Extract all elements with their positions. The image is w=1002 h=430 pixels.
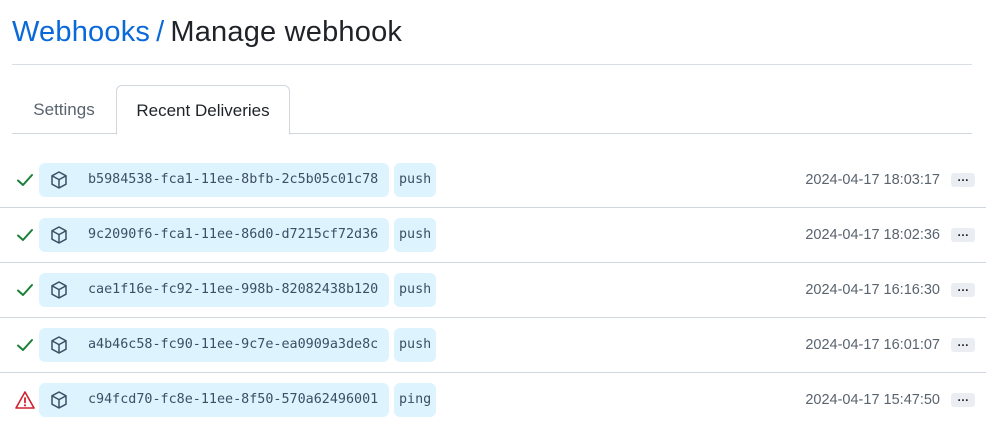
delivery-guid: b5984538-fca1-11ee-8bfb-2c5b05c01c78 [88, 172, 379, 187]
delivery-guid-button[interactable]: cae1f16e-fc92-11ee-998b-82082438b120 [39, 273, 389, 307]
delivery-timestamp: 2024-04-17 16:01:07 [805, 337, 940, 353]
tab-bar: Settings Recent Deliveries [12, 85, 972, 135]
delivery-row[interactable]: c94fcd70-fc8e-11ee-8f50-570a62496001 ping… [0, 373, 986, 427]
delivery-guid: cae1f16e-fc92-11ee-998b-82082438b120 [88, 282, 379, 297]
package-icon [49, 390, 69, 410]
check-icon [15, 170, 35, 190]
breadcrumb: Webhooks / Manage webhook [12, 14, 402, 50]
check-icon [15, 335, 35, 355]
event-badge[interactable]: push [394, 163, 437, 197]
delivery-row[interactable]: b5984538-fca1-11ee-8bfb-2c5b05c01c78 push… [0, 153, 986, 208]
header-divider [12, 64, 972, 65]
delivery-timestamp: 2024-04-17 15:47:50 [805, 392, 940, 408]
delivery-guid-button[interactable]: a4b46c58-fc90-11ee-9c7e-ea0909a3de8c [39, 328, 389, 362]
event-badge[interactable]: ping [394, 383, 437, 417]
event-badge[interactable]: push [394, 328, 437, 362]
alert-icon [15, 390, 35, 410]
package-icon [49, 280, 69, 300]
event-badge[interactable]: push [394, 218, 437, 252]
tab-settings[interactable]: Settings [12, 85, 116, 133]
deliveries-list: b5984538-fca1-11ee-8bfb-2c5b05c01c78 push… [0, 153, 986, 427]
delivery-guid-button[interactable]: 9c2090f6-fca1-11ee-86d0-d7215cf72d36 [39, 218, 389, 252]
delivery-row[interactable]: 9c2090f6-fca1-11ee-86d0-d7215cf72d36 push… [0, 208, 986, 263]
check-icon [15, 225, 35, 245]
delivery-guid-button[interactable]: c94fcd70-fc8e-11ee-8f50-570a62496001 [39, 383, 389, 417]
breadcrumb-webhooks-link[interactable]: Webhooks [12, 16, 150, 48]
ellipsis-button[interactable]: … [951, 391, 975, 407]
ellipsis-button[interactable]: … [951, 281, 975, 297]
package-icon [49, 225, 69, 245]
tab-recent-deliveries[interactable]: Recent Deliveries [116, 85, 290, 135]
page-title: Manage webhook [170, 16, 403, 48]
package-icon [49, 335, 69, 355]
ellipsis-button[interactable]: … [951, 226, 975, 242]
delivery-guid-button[interactable]: b5984538-fca1-11ee-8bfb-2c5b05c01c78 [39, 163, 389, 197]
check-icon [15, 280, 35, 300]
delivery-timestamp: 2024-04-17 18:02:36 [805, 227, 940, 243]
delivery-row[interactable]: cae1f16e-fc92-11ee-998b-82082438b120 push… [0, 263, 986, 318]
ellipsis-button[interactable]: … [951, 171, 975, 187]
delivery-guid: a4b46c58-fc90-11ee-9c7e-ea0909a3de8c [88, 337, 379, 352]
delivery-row[interactable]: a4b46c58-fc90-11ee-9c7e-ea0909a3de8c push… [0, 318, 986, 373]
event-badge[interactable]: push [394, 273, 437, 307]
package-icon [49, 170, 69, 190]
ellipsis-button[interactable]: … [951, 336, 975, 352]
delivery-guid: 9c2090f6-fca1-11ee-86d0-d7215cf72d36 [88, 227, 379, 242]
delivery-guid: c94fcd70-fc8e-11ee-8f50-570a62496001 [88, 392, 379, 407]
breadcrumb-separator: / [156, 16, 165, 48]
delivery-timestamp: 2024-04-17 16:16:30 [805, 282, 940, 298]
delivery-timestamp: 2024-04-17 18:03:17 [805, 172, 940, 188]
